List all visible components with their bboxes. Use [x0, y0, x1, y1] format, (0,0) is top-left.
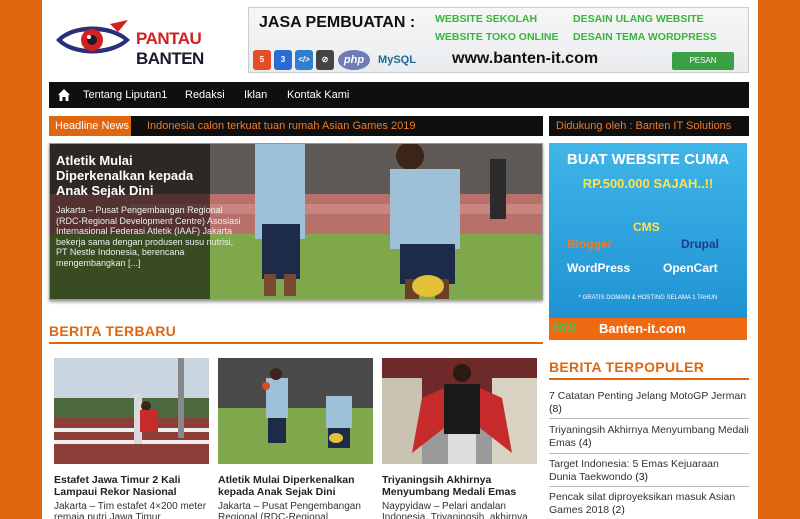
- code-icon: </>: [295, 50, 313, 70]
- css3-icon: 3: [274, 50, 292, 70]
- ad-wordpress: WordPress: [567, 261, 631, 275]
- ad-blogger: Blogger: [567, 237, 613, 251]
- ad-cms: CMS: [633, 220, 660, 234]
- popular-item[interactable]: 7 Catatan Penting Jelang MotoGP Jerman (…: [549, 390, 749, 416]
- banner-service: DESAIN TEMA WORDPRESS: [573, 31, 717, 43]
- popular-item-count: (2): [612, 504, 625, 516]
- logo-text: PANTAU BANTEN: [136, 29, 244, 69]
- banner-service: WEBSITE SEKOLAH: [435, 13, 538, 25]
- main-nav: Tentang Liputan1 Redaksi Iklan Kontak Ka…: [49, 82, 749, 108]
- popular-item-title[interactable]: 7 Catatan Penting Jelang MotoGP Jerman: [549, 390, 746, 402]
- popular-separator: [549, 453, 749, 454]
- news-card-excerpt: Jakarta – Pusat Pengembangan Regional (R…: [218, 501, 361, 519]
- php-icon: php: [338, 50, 370, 70]
- latest-divider: [49, 342, 543, 344]
- popular-separator: [549, 486, 749, 487]
- banner-service: WEBSITE TOKO ONLINE: [435, 31, 559, 43]
- nav-item-iklan[interactable]: Iklan: [244, 82, 267, 108]
- popular-item[interactable]: Triyaningsih Akhirnya Menyumbang Medali …: [549, 424, 749, 450]
- logo-text-b: BANTEN: [136, 49, 204, 68]
- news-card-title[interactable]: Atletik Mulai Diperkenalkan kepada Anak …: [218, 474, 373, 498]
- ad-domain: Banten-it.com: [599, 321, 686, 336]
- latest-news-heading: BERITA TERBARU: [49, 323, 177, 339]
- eye-logo-icon: [56, 20, 130, 54]
- banner-order-button[interactable]: PESAN SEKARANG: [672, 52, 734, 70]
- popular-item-title[interactable]: Pencak silat diproyeksikan masuk Asian G…: [549, 491, 735, 516]
- popular-item-count: (3): [635, 471, 649, 483]
- nav-item-redaksi[interactable]: Redaksi: [185, 82, 225, 108]
- news-thumbnail[interactable]: [382, 358, 537, 464]
- news-card-title[interactable]: Triyaningsih Akhirnya Menyumbang Medali …: [382, 474, 537, 498]
- ad-opencart: OpenCart: [663, 261, 718, 275]
- page: PANTAU BANTEN JASA PEMBUATAN : WEBSITE S…: [42, 0, 758, 519]
- ad-free-note: * GRATIS DOMAIN & HOSTING SELAMA 1 TAHUN: [578, 295, 718, 301]
- logo-text-a: PANTAU: [136, 29, 202, 48]
- banner-title: JASA PEMBUATAN :: [259, 14, 416, 31]
- popular-separator: [549, 418, 749, 419]
- news-thumbnail[interactable]: [218, 358, 373, 464]
- ad-price: RP.500.000 SAJAH..!!: [582, 176, 714, 191]
- popular-item[interactable]: Pencak silat diproyeksikan masuk Asian G…: [549, 491, 749, 517]
- popular-item-count: (8): [549, 403, 562, 415]
- ad-headline: BUAT WEBSITE CUMA: [566, 151, 730, 168]
- ad-bis-logo: BIS: [553, 319, 577, 335]
- featured-excerpt: Jakarta – Pusat Pengembangan Regional (R…: [56, 205, 241, 268]
- news-thumbnail[interactable]: [54, 358, 209, 464]
- ad-drupal: Drupal: [681, 237, 720, 251]
- news-card-excerpt: Jakarta – Tim estafet 4×200 meter remaja…: [54, 501, 207, 519]
- banner-url: www.banten-it.com: [452, 50, 599, 67]
- featured-title[interactable]: Atletik Mulai Diperkenalkan kepada Anak …: [56, 153, 216, 198]
- mysql-icon: MySQL: [378, 54, 416, 66]
- header-banner-ad[interactable]: JASA PEMBUATAN : WEBSITE SEKOLAH DESAIN …: [248, 7, 749, 73]
- ad-footer: BIS Banten-it.com: [549, 318, 747, 340]
- html5-icon: 5: [253, 50, 271, 70]
- news-card-excerpt: Naypyidaw – Pelari andalan Indonesia, Tr…: [382, 501, 528, 519]
- popular-news-heading: BERITA TERPOPULER: [549, 359, 705, 375]
- home-icon[interactable]: [57, 88, 71, 102]
- popular-divider: [549, 378, 749, 380]
- featured-slide[interactable]: Atletik Mulai Diperkenalkan kepada Anak …: [49, 143, 543, 300]
- block-icon: ⊘: [316, 50, 334, 70]
- news-card-title[interactable]: Estafet Jawa Timur 2 Kali Lampaui Rekor …: [54, 474, 209, 498]
- news-card[interactable]: Estafet Jawa Timur 2 Kali Lampaui Rekor …: [54, 358, 209, 519]
- site-logo[interactable]: PANTAU BANTEN: [54, 18, 244, 68]
- popular-item-title[interactable]: Target Indonesia: 5 Emas Kejuaraan Dunia…: [549, 458, 719, 483]
- headline-label: Headline News: [49, 116, 131, 136]
- popular-item[interactable]: Target Indonesia: 5 Emas Kejuaraan Dunia…: [549, 458, 749, 484]
- nav-item-tentang[interactable]: Tentang Liputan1: [83, 82, 167, 108]
- headline-ticker: Headline News Indonesia calon terkuat tu…: [49, 116, 543, 136]
- news-card[interactable]: Triyaningsih Akhirnya Menyumbang Medali …: [382, 358, 537, 519]
- sponsor-bar: Didukung oleh : Banten IT Solutions: [549, 116, 749, 136]
- banner-service: DESAIN ULANG WEBSITE: [573, 13, 704, 25]
- nav-item-kontak[interactable]: Kontak Kami: [287, 82, 349, 108]
- headline-link[interactable]: Indonesia calon terkuat tuan rumah Asian…: [147, 116, 415, 136]
- news-card[interactable]: Atletik Mulai Diperkenalkan kepada Anak …: [218, 358, 373, 519]
- popular-item-count: (4): [578, 437, 592, 449]
- sidebar-ad[interactable]: BUAT WEBSITE CUMA RP.500.000 SAJAH..!! C…: [549, 143, 747, 340]
